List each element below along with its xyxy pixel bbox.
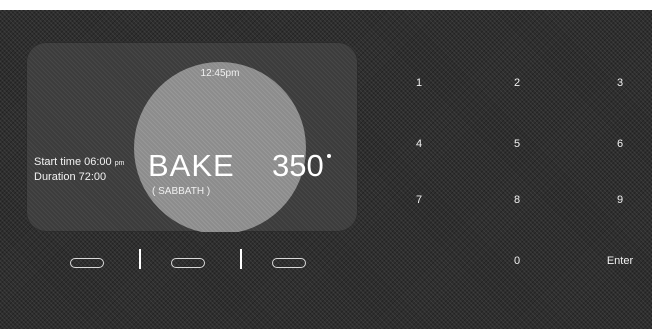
start-time-ampm: pm <box>114 160 125 167</box>
soft-key-center[interactable] <box>171 258 205 268</box>
keypad-enter-key[interactable]: Enter <box>600 255 640 267</box>
keypad-key-8[interactable]: 8 <box>497 194 537 206</box>
keypad-key-3[interactable]: 3 <box>600 77 640 89</box>
start-time-row: Start time 06:00 pm <box>34 156 124 168</box>
mode-dial-circle <box>134 62 306 232</box>
soft-key-right[interactable] <box>272 258 306 268</box>
soft-key-divider <box>139 249 141 269</box>
top-strip <box>0 0 652 10</box>
cook-mode-label: BAKE <box>148 148 235 183</box>
oven-display-panel: 12:45pm Start time 06:00 pm Duration 72:… <box>26 42 358 232</box>
start-time-label: Start time <box>34 156 82 168</box>
soft-key-left[interactable] <box>70 258 104 268</box>
keypad-key-7[interactable]: 7 <box>399 194 439 206</box>
start-time-value: 06:00 <box>84 156 112 168</box>
keypad-key-5[interactable]: 5 <box>497 138 537 150</box>
keypad-key-6[interactable]: 6 <box>600 138 640 150</box>
keypad-key-1[interactable]: 1 <box>399 77 439 89</box>
duration-label: Duration <box>34 171 76 183</box>
degree-icon <box>327 154 331 158</box>
keypad-key-2[interactable]: 2 <box>497 77 537 89</box>
cook-submode-label: ( SABBATH ) <box>152 186 211 197</box>
keypad-key-4[interactable]: 4 <box>399 138 439 150</box>
duration-row: Duration 72:00 <box>34 171 106 183</box>
soft-key-divider <box>240 249 242 269</box>
keypad-key-0[interactable]: 0 <box>497 255 537 267</box>
temperature-value: 350 <box>272 148 324 183</box>
duration-value: 72:00 <box>78 171 107 183</box>
clock-time: 12:45pm <box>200 68 240 79</box>
keypad-key-9[interactable]: 9 <box>600 194 640 206</box>
